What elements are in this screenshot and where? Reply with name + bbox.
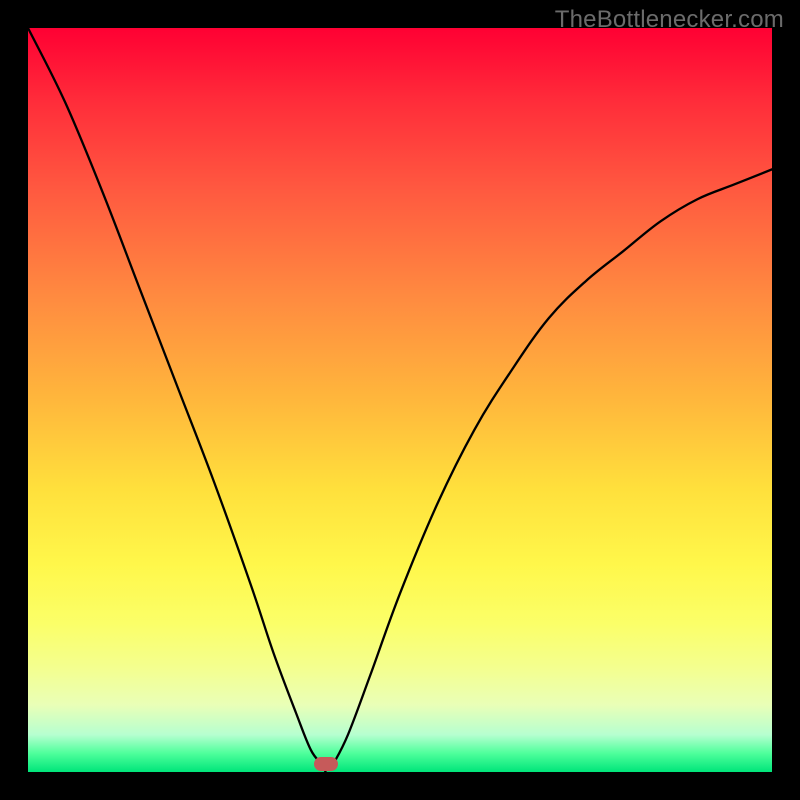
chart-frame: TheBottlenecker.com xyxy=(0,0,800,800)
curve-layer xyxy=(28,28,772,772)
bottleneck-curve-left xyxy=(28,28,326,772)
minimum-marker xyxy=(314,757,338,771)
plot-area xyxy=(28,28,772,772)
bottleneck-curve-right xyxy=(333,169,772,764)
watermark-text: TheBottlenecker.com xyxy=(555,6,784,34)
